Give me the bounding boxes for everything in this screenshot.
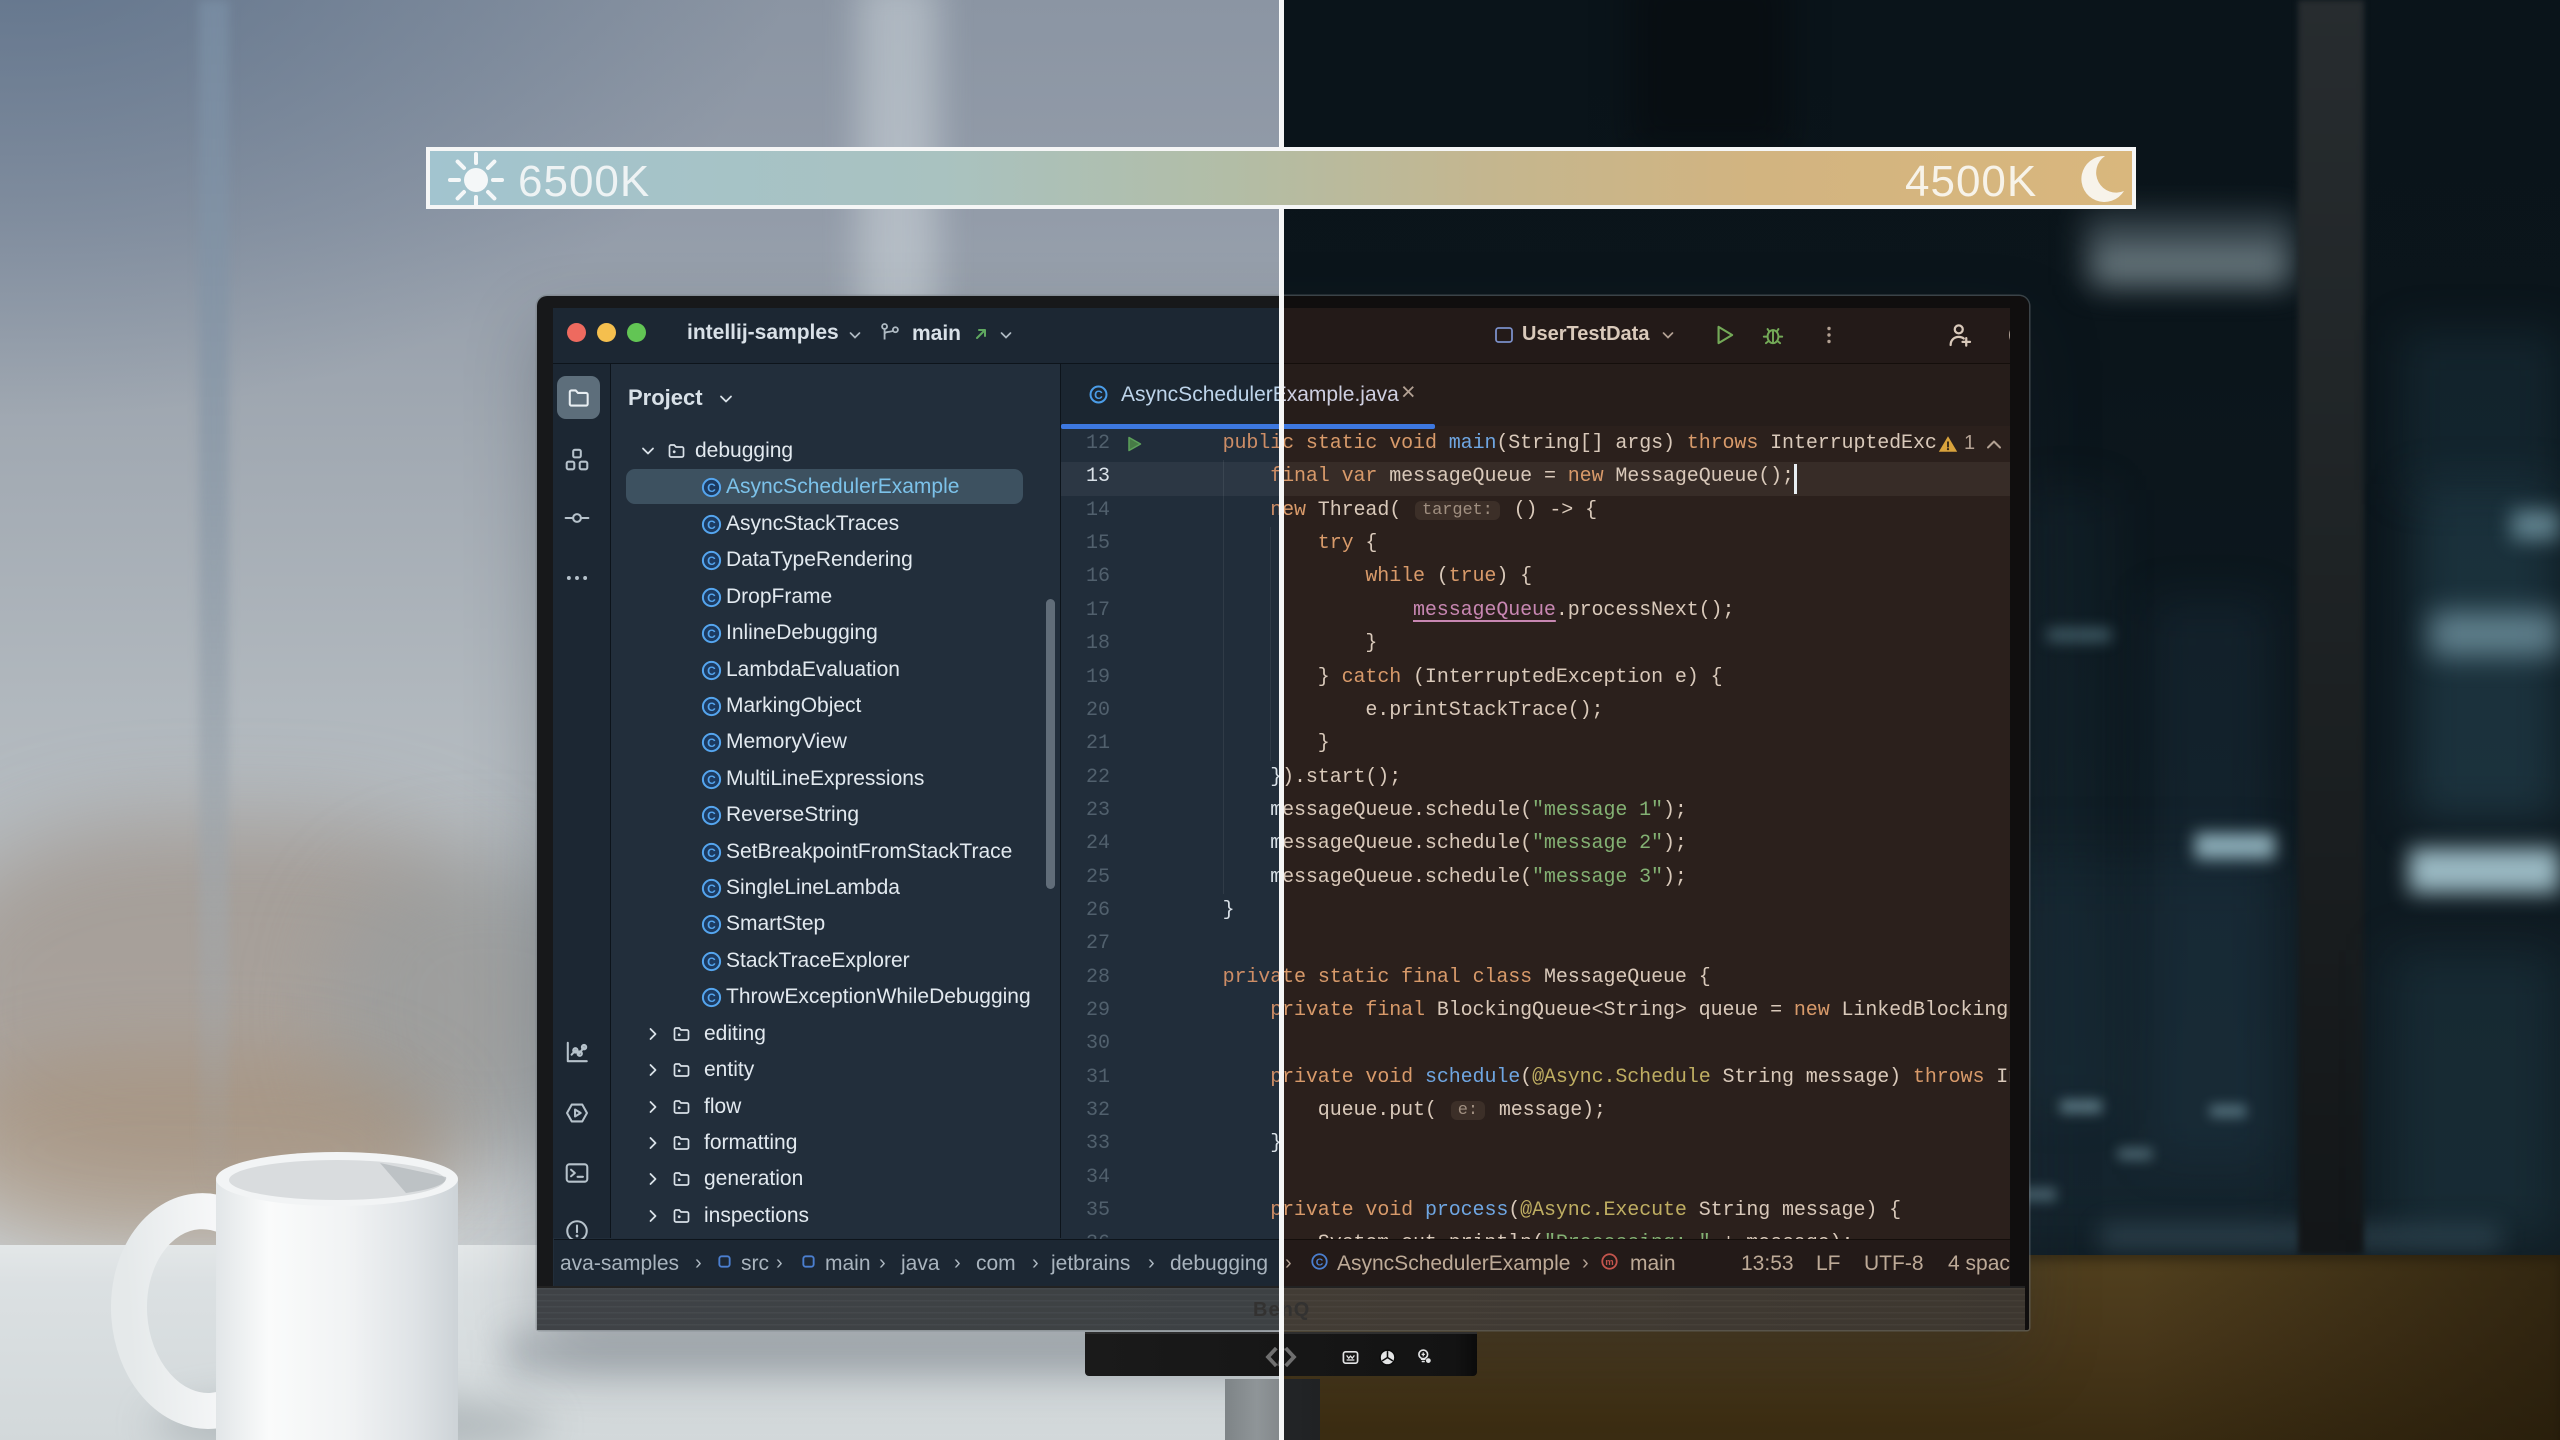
- svg-text:C: C: [707, 773, 716, 787]
- svg-text:C: C: [707, 554, 716, 568]
- svg-text:C: C: [1316, 1257, 1324, 1268]
- svg-text:C: C: [707, 846, 716, 860]
- svg-text:C: C: [707, 518, 716, 532]
- svg-text:C: C: [707, 736, 716, 750]
- svg-text:C: C: [707, 809, 716, 823]
- svg-text:m: m: [1605, 1257, 1613, 1268]
- svg-text:C: C: [1094, 388, 1103, 402]
- svg-text:C: C: [707, 882, 716, 896]
- svg-text:C: C: [707, 991, 716, 1005]
- svg-text:C: C: [707, 664, 716, 678]
- svg-text:C: C: [707, 918, 716, 932]
- svg-text:C: C: [707, 700, 716, 714]
- svg-text:C: C: [707, 481, 716, 495]
- svg-text:C: C: [707, 591, 716, 605]
- svg-text:C: C: [707, 955, 716, 969]
- svg-text:C: C: [707, 627, 716, 641]
